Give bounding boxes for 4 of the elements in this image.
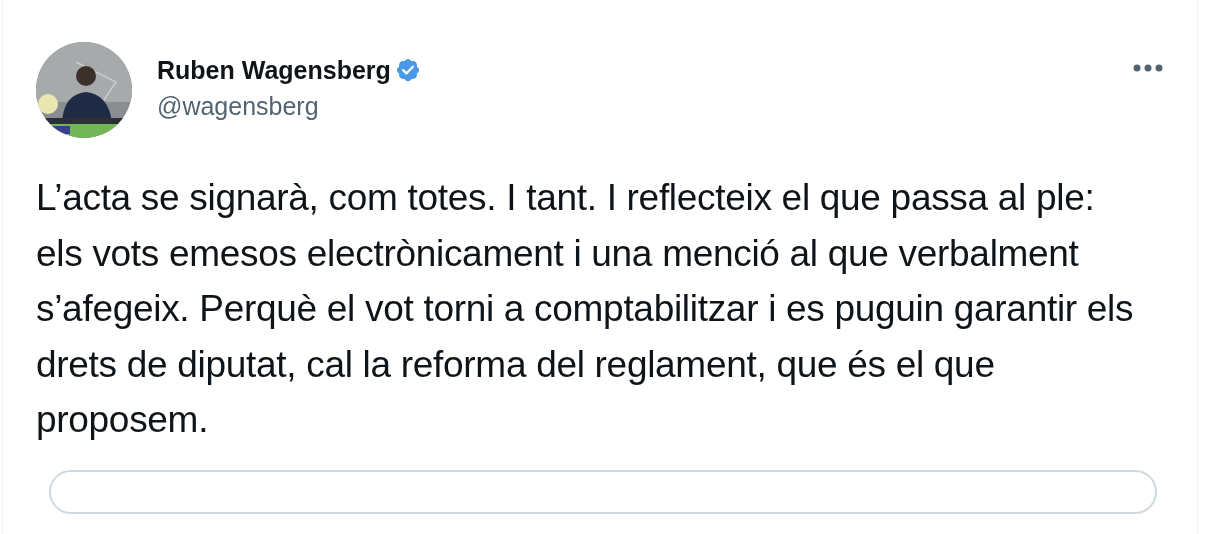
tweet-text: L’acta se signarà, com totes. I tant. I reflecteix el que passa al ple: els vots emesos electrònicament i una menció al que verbalment s’afegeix. Perquè el vot torni a comptabilitzar i es puguin garantir els drets de diputat, cal la reforma del reglament, que és el que proposem. (36, 176, 1135, 442)
author-name[interactable]: Ruben Wagensberg (157, 55, 391, 85)
author-handle[interactable]: @wagensberg (157, 91, 421, 121)
more-options-icon[interactable] (1133, 64, 1163, 72)
